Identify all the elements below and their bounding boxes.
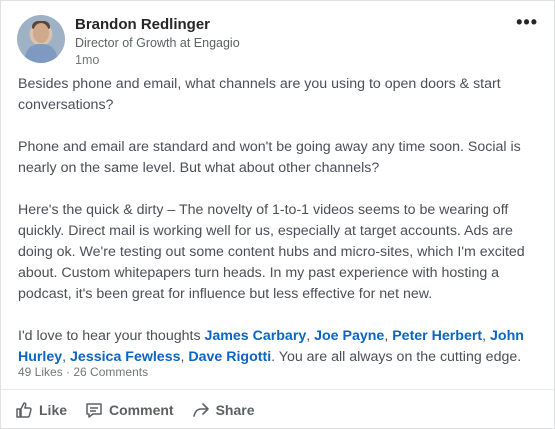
post-paragraph-4: I'd love to hear your thoughts James Car…	[18, 328, 524, 365]
comment-label: Comment	[109, 402, 174, 418]
counts-separator: ·	[62, 365, 74, 379]
post-content: Besides phone and email, what channels a…	[18, 74, 538, 389]
share-button[interactable]: Share	[192, 401, 255, 419]
mention-james-carbary[interactable]: James Carbary	[204, 328, 306, 344]
social-actions-bar: Like Comment Share	[15, 396, 255, 424]
author-headline: Director of Growth at Engagio	[75, 36, 240, 50]
social-counts: 49 Likes · 26 Comments	[18, 365, 148, 379]
actions-divider	[1, 389, 554, 390]
comment-button[interactable]: Comment	[85, 401, 174, 419]
author-avatar[interactable]	[17, 15, 65, 63]
like-label: Like	[39, 402, 68, 418]
comments-count[interactable]: 26 Comments	[73, 365, 148, 379]
post-paragraph-2: Phone and email are standard and won't b…	[18, 139, 521, 176]
post-paragraph-1: Besides phone and email, what channels a…	[18, 76, 501, 113]
like-button[interactable]: Like	[15, 401, 67, 419]
author-name[interactable]: Brandon Redlinger	[75, 16, 210, 33]
mention-suffix: . You are all always on the cutting edge…	[271, 349, 522, 365]
feed-post-card: Brandon Redlinger Director of Growth at …	[0, 0, 555, 429]
mention-joe-payne[interactable]: Joe Payne	[314, 328, 384, 344]
likes-count[interactable]: 49 Likes	[18, 365, 63, 379]
share-label: Share	[215, 402, 255, 418]
mention-dave-rigotti[interactable]: Dave Rigotti	[188, 349, 271, 365]
post-paragraph-3: Here's the quick & dirty – The novelty o…	[18, 202, 525, 302]
share-arrow-icon	[192, 401, 210, 419]
comment-icon	[85, 401, 103, 419]
more-options-icon[interactable]: •••	[516, 13, 538, 31]
post-timestamp: 1mo	[75, 53, 100, 67]
mention-jessica-fewless[interactable]: Jessica Fewless	[70, 349, 180, 365]
mention-peter-herbert[interactable]: Peter Herbert	[392, 328, 482, 344]
mention-prefix: I'd love to hear your thoughts	[18, 328, 205, 344]
thumbs-up-icon	[15, 401, 33, 419]
